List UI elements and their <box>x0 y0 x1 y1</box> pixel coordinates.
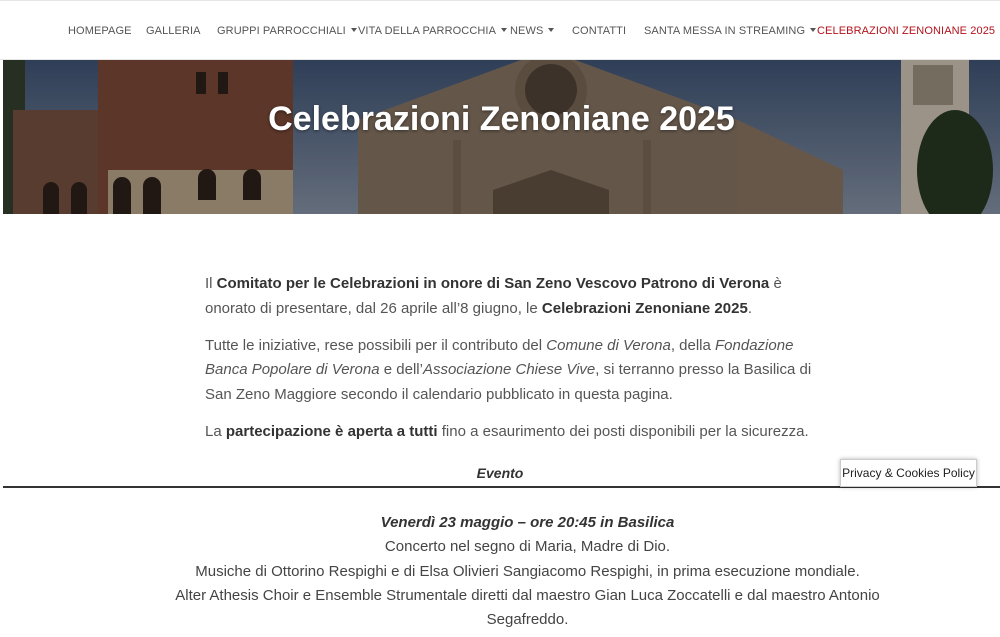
text: Tutte le iniziative, rese possibili per … <box>205 336 547 354</box>
nav-item-celebrazioni-zenoniane[interactable]: CELEBRAZIONI ZENONIANE 2025 <box>817 25 995 37</box>
intro-paragraph-3: La partecipazione è aperta a tutti fino … <box>205 420 825 445</box>
nav-item-vita-della-parrocchia[interactable]: VITA DELLA PARROCCHIA <box>358 25 508 37</box>
page-title: Celebrazioni Zenoniane 2025 <box>268 100 735 138</box>
event-name: Celebrazioni Zenoniane 2025 <box>541 299 748 317</box>
nav-label: CONTATTI <box>572 25 627 37</box>
participation-note: partecipazione è aperta a tutti <box>225 422 438 440</box>
nav-item-contatti[interactable]: CONTATTI <box>572 25 626 37</box>
nav-label: GALLERIA <box>146 25 201 37</box>
intro-content: Il Comitato per le Celebrazioni in onore… <box>205 272 825 457</box>
text: , della <box>670 336 716 354</box>
nav-item-homepage[interactable]: HOMEPAGE <box>68 25 132 37</box>
text: Il <box>205 275 217 292</box>
text: . <box>747 299 752 317</box>
table-row: Venerdì 23 maggio – ore 20:45 in Basilic… <box>0 511 1000 632</box>
hero-banner: Celebrazioni Zenoniane 2025 <box>3 60 1000 214</box>
event-description: Musiche di Ottorino Respighi e di Elsa O… <box>195 562 860 580</box>
event-description: Concerto nel segno di Maria, Madre di Di… <box>384 538 671 556</box>
intro-paragraph-1: Il Comitato per le Celebrazioni in onore… <box>205 272 825 321</box>
committee-name: Comitato per le Celebrazioni in onore di… <box>216 275 770 292</box>
nav-item-santa-messa-streaming[interactable]: SANTA MESSA IN STREAMING <box>644 25 817 37</box>
nav-item-galleria[interactable]: GALLERIA <box>146 25 201 37</box>
text: La <box>205 422 226 440</box>
text: e dell’ <box>379 361 423 378</box>
nav-label: HOMEPAGE <box>68 25 132 37</box>
caret-down-icon <box>501 28 508 32</box>
event-description: Segafreddo. <box>486 611 569 629</box>
sponsor-name: Comune di Verona <box>546 336 671 354</box>
caret-down-icon <box>350 28 357 32</box>
caret-down-icon <box>810 28 817 32</box>
nav-item-news[interactable]: NEWS <box>510 25 555 37</box>
event-description: Alter Athesis Choir e Ensemble Strumenta… <box>175 586 880 604</box>
text: fino a esaurimento dei posti disponibili… <box>437 422 809 440</box>
nav-label: CELEBRAZIONI ZENONIANE 2025 <box>817 25 996 37</box>
intro-paragraph-2: Tutte le iniziative, rese possibili per … <box>205 334 825 408</box>
event-date: Venerdì 23 maggio – ore 20:45 in Basilic… <box>380 514 675 531</box>
main-navigation: HOMEPAGE GALLERIA GRUPPI PARROCCHIALI VI… <box>0 0 1000 60</box>
sponsor-name: Associazione Chiese Vive <box>422 361 596 378</box>
nav-item-gruppi-parrocchiali[interactable]: GRUPPI PARROCCHIALI <box>217 25 357 37</box>
privacy-cookies-policy-button[interactable]: Privacy & Cookies Policy <box>840 459 977 487</box>
nav-label: GRUPPI PARROCCHIALI <box>217 25 346 37</box>
nav-label: VITA DELLA PARROCCHIA <box>358 25 497 37</box>
nav-label: NEWS <box>510 25 544 37</box>
caret-down-icon <box>548 28 555 32</box>
nav-label: SANTA MESSA IN STREAMING <box>644 25 806 37</box>
